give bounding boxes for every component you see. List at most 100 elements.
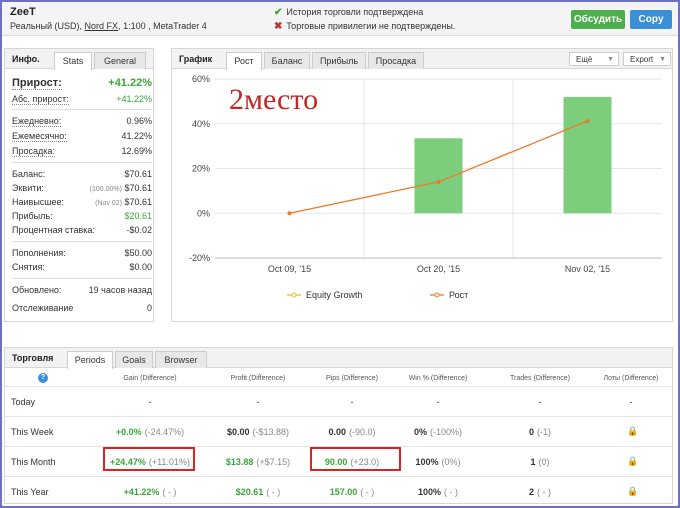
- privileges-unverified: ✖ Торговые привилегии не подтверждены.: [274, 21, 455, 32]
- pips-value: 157.00: [329, 487, 358, 497]
- copy-button[interactable]: Copy: [630, 10, 672, 29]
- daily-value: 0.96%: [126, 116, 152, 126]
- export-dropdown[interactable]: Export ▼: [623, 52, 671, 66]
- trades-difference: ( - ): [537, 487, 551, 497]
- trading-title: Торговля: [12, 353, 54, 363]
- lock-icon[interactable]: 🔒: [627, 457, 638, 466]
- trades-cell: -: [490, 397, 590, 407]
- win-difference: (0%): [441, 457, 461, 467]
- highlight-pips-month: [310, 447, 401, 471]
- daily-label: Ежедневно:: [12, 116, 62, 127]
- export-label: Export: [630, 55, 654, 64]
- tab-drawdown[interactable]: Просадка: [368, 52, 424, 69]
- data-point: [287, 211, 292, 216]
- abs-growth-label: Абс. прирост:: [12, 94, 69, 105]
- win-cell: -: [388, 397, 488, 407]
- tab-general[interactable]: General: [94, 52, 146, 69]
- trades-cell: 0 (-1): [490, 427, 590, 437]
- trades-value: 1: [530, 457, 536, 467]
- header-pips: Pips (Difference): [325, 375, 378, 382]
- pips-difference: (-90.0): [349, 427, 376, 437]
- chart-panel-header: График Рост Баланс Прибыль Просадка Ещё ▼…: [172, 49, 672, 70]
- tab-stats[interactable]: Stats: [54, 52, 92, 70]
- highest-label: Наивысшее:: [12, 197, 65, 207]
- tab-profit[interactable]: Прибыль: [312, 52, 366, 69]
- header-win: Win % (Difference): [408, 375, 468, 382]
- trades-cell: 1 (0): [490, 457, 590, 467]
- balance-value: $70.61: [124, 169, 152, 179]
- gain-difference: ( - ): [162, 487, 177, 497]
- win-cell: 100%( - ): [388, 487, 488, 497]
- gain-value: +41.22%: [123, 487, 160, 497]
- profit-cell: $20.61( - ): [208, 487, 308, 497]
- tab-periods[interactable]: Periods: [67, 351, 113, 369]
- tracking-label: Отслеживание: [12, 303, 74, 313]
- lock-icon[interactable]: 🔒: [627, 427, 638, 436]
- x-tick-label: Oct 20, '15: [417, 264, 460, 274]
- profit-cell: -: [208, 397, 308, 407]
- header-gain: Gain (Difference): [123, 375, 177, 382]
- trades-value: -: [538, 397, 542, 407]
- highlight-gain-month: [103, 447, 195, 471]
- account-leverage: , 1:100 , MetaTrader 4: [118, 21, 207, 31]
- gain-cell: +0.0% (-24.47%): [100, 427, 200, 437]
- tab-growth[interactable]: Рост: [226, 52, 262, 70]
- lots-value: -: [629, 397, 633, 407]
- gain-value: +0.0%: [115, 427, 142, 437]
- more-dropdown[interactable]: Ещё ▼: [569, 52, 619, 66]
- equity-note: (100.00%): [89, 186, 122, 193]
- equity-value: $70.61: [124, 183, 152, 193]
- win-value: 100%: [417, 487, 442, 497]
- cross-icon: ✖: [274, 21, 283, 32]
- pips-value: -: [350, 397, 354, 407]
- pips-cell: 157.00( - ): [302, 487, 402, 497]
- y-tick-label: 60%: [192, 74, 210, 84]
- chart-panel: График Рост Баланс Прибыль Просадка Ещё ▼…: [171, 48, 673, 322]
- history-verified: ✔ История торговли подтверждена: [274, 7, 423, 18]
- lock-icon[interactable]: 🔒: [627, 487, 638, 496]
- monthly-value: 41.22%: [121, 131, 152, 141]
- win-cell: 100% (0%): [388, 457, 488, 467]
- tab-browser[interactable]: Browser: [155, 351, 207, 368]
- updated-label: Обновлено:: [12, 285, 62, 295]
- y-tick-label: 0%: [197, 208, 210, 218]
- drawdown-label: Просадка:: [12, 146, 55, 157]
- header-lots: Лоты (Difference): [603, 375, 659, 382]
- deposits-label: Пополнения:: [12, 248, 66, 258]
- legend-label: Equity Growth: [306, 290, 363, 300]
- divider: [12, 241, 152, 242]
- tracking-value: 0: [146, 303, 152, 313]
- gain-value: -: [148, 397, 152, 407]
- y-tick-label: 20%: [192, 164, 210, 174]
- info-panel: Инфо. Stats General Прирост: +41.22% Абс…: [4, 48, 154, 322]
- tab-goals[interactable]: Goals: [115, 351, 153, 368]
- period-label: This Month: [11, 457, 56, 467]
- chevron-down-icon: ▼: [659, 56, 666, 63]
- privileges-text: Торговые привилегии не подтверждены.: [286, 21, 456, 31]
- account-details: Реальный (USD), Nord FX, 1:100 , MetaTra…: [10, 21, 207, 31]
- check-icon: ✔: [274, 7, 283, 18]
- chart-title: График: [179, 54, 213, 64]
- win-difference: (-100%): [430, 427, 463, 437]
- tab-balance[interactable]: Баланс: [264, 52, 310, 69]
- win-value: -: [436, 397, 440, 407]
- discuss-button[interactable]: Обсудить: [571, 10, 625, 29]
- period-label: Today: [11, 397, 36, 407]
- withdrawals-value: $0.00: [129, 262, 152, 272]
- withdrawals-label: Снятия:: [12, 262, 45, 272]
- win-difference: ( - ): [444, 487, 459, 497]
- growth-label: Прирост:: [12, 77, 62, 90]
- profit-difference: ( - ): [266, 487, 281, 497]
- header-trades: Trades (Difference): [510, 375, 570, 382]
- profit-value: $20.61: [235, 487, 264, 497]
- broker-link[interactable]: Nord FX: [85, 21, 119, 31]
- trades-value: 0: [528, 427, 534, 437]
- gain-cell: -: [100, 397, 200, 407]
- pips-value: 0.00: [328, 427, 346, 437]
- highest-note: (Nov 02): [95, 200, 122, 207]
- profit-value: $20.61: [124, 211, 152, 221]
- x-tick-label: Nov 02, '15: [565, 264, 610, 274]
- help-icon[interactable]: ?: [38, 373, 48, 383]
- period-label: This Year: [11, 487, 49, 497]
- account-header: ZeeT Реальный (USD), Nord FX, 1:100 , Me…: [2, 2, 678, 36]
